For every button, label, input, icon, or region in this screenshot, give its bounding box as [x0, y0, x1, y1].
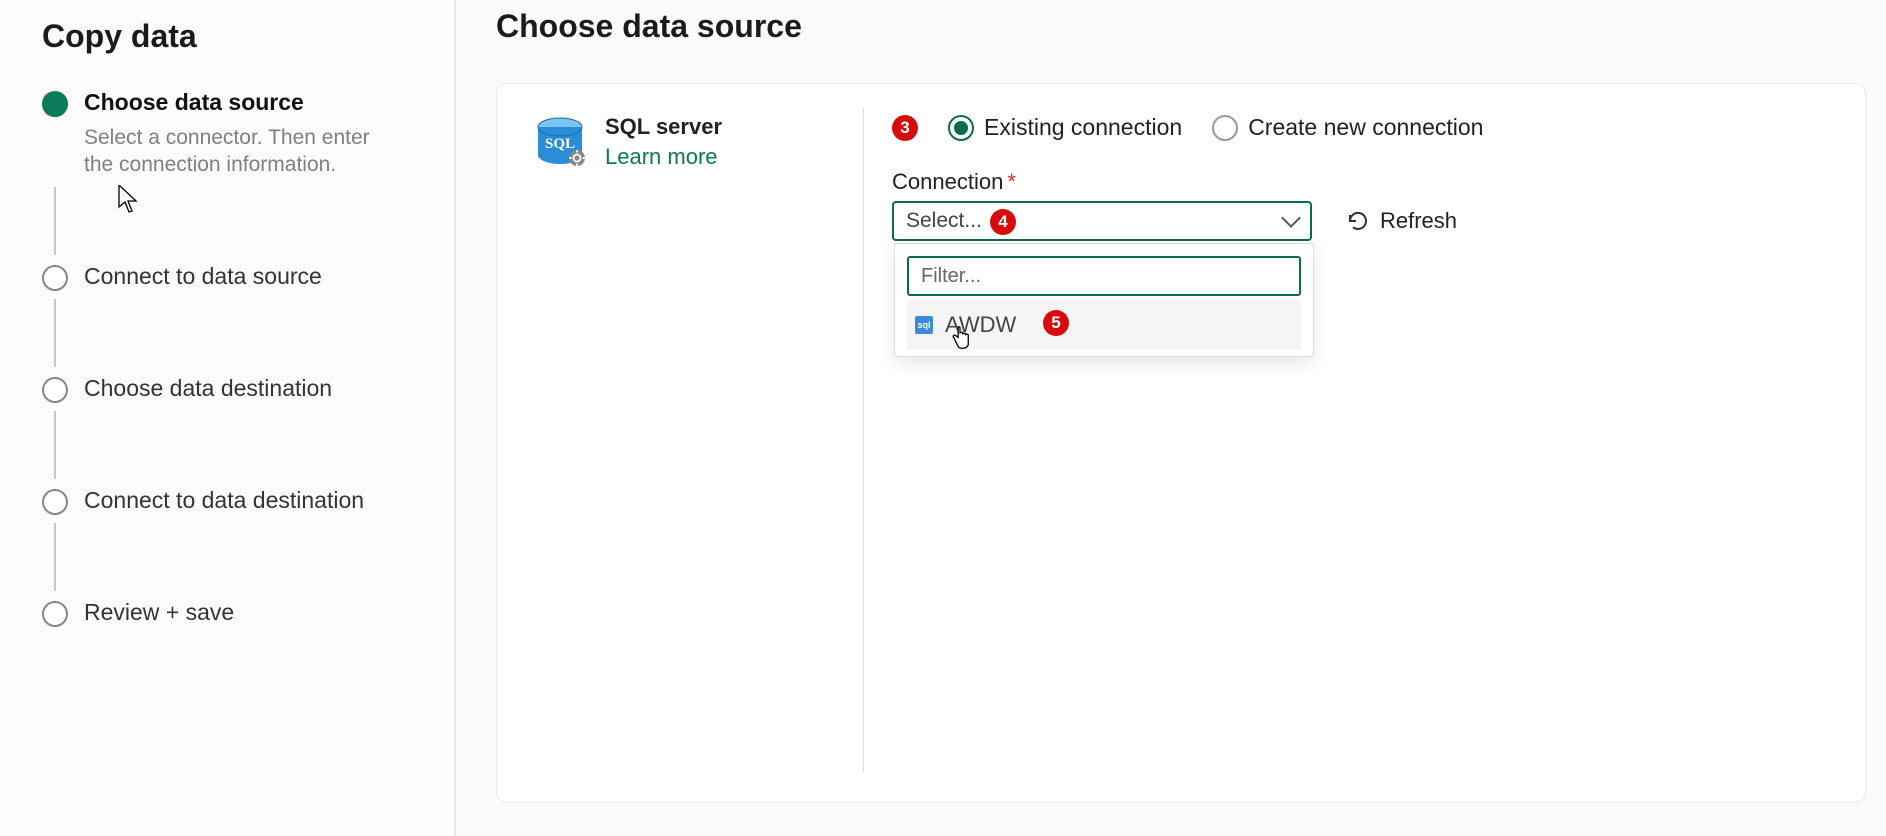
connector-name: SQL server: [605, 114, 722, 140]
vertical-divider: [863, 108, 864, 772]
cursor-arrow-icon: [118, 185, 140, 213]
sql-mini-icon: sql: [915, 316, 933, 334]
step-choose-data-source[interactable]: Choose data source Select a connector. T…: [42, 89, 414, 179]
svg-text:SQL: SQL: [545, 136, 575, 152]
step-title: Connect to data destination: [84, 487, 364, 514]
connection-option-awdw[interactable]: sql AWDW 5: [907, 300, 1301, 350]
step-connect-to-data-destination[interactable]: Connect to data destination: [42, 487, 414, 515]
step-indicator-icon: [42, 377, 68, 403]
step-connector-line: [54, 523, 56, 591]
connection-mode-radios: 3 Existing connection Create new connect…: [892, 114, 1829, 141]
refresh-button[interactable]: Refresh: [1346, 208, 1457, 234]
page-title: Choose data source: [496, 8, 1886, 45]
step-description: Select a connector. Then enter the conne…: [84, 124, 384, 179]
refresh-icon: [1346, 209, 1370, 233]
callout-badge-3: 3: [892, 115, 918, 141]
data-source-panel: SQL SQL server Learn more 3: [496, 83, 1866, 803]
learn-more-link[interactable]: Learn more: [605, 144, 722, 170]
connector-info: SQL SQL server Learn more: [533, 114, 863, 170]
step-connector-line: [54, 411, 56, 479]
radio-create-new-connection[interactable]: Create new connection: [1212, 114, 1483, 141]
step-title: Connect to data source: [84, 263, 322, 290]
radio-label: Create new connection: [1248, 114, 1483, 141]
chevron-down-icon: [1281, 208, 1301, 228]
step-indicator-icon: [42, 265, 68, 291]
radio-existing-connection[interactable]: Existing connection: [948, 114, 1182, 141]
refresh-label: Refresh: [1380, 208, 1457, 234]
sql-server-icon: SQL: [533, 114, 587, 168]
connection-filter-input[interactable]: [907, 256, 1301, 296]
connection-dropdown: sql AWDW 5: [894, 243, 1314, 357]
step-connector-line: [54, 299, 56, 367]
step-title: Review + save: [84, 599, 234, 626]
select-placeholder: Select...: [906, 209, 982, 233]
cursor-hand-icon: [949, 326, 971, 354]
connection-label: Connection*: [892, 169, 1829, 195]
step-indicator-active-icon: [42, 91, 68, 117]
step-indicator-icon: [42, 489, 68, 515]
step-title: Choose data source: [84, 89, 384, 116]
wizard-sidebar: Copy data Choose data source Select a co…: [0, 0, 456, 836]
connection-select[interactable]: Select... 4 sql AWDW 5: [892, 201, 1312, 241]
radio-label: Existing connection: [984, 114, 1182, 141]
sidebar-title: Copy data: [42, 18, 414, 55]
step-connect-to-data-source[interactable]: Connect to data source: [42, 263, 414, 291]
step-connector-line: [54, 187, 56, 255]
step-review-save[interactable]: Review + save: [42, 599, 414, 627]
step-title: Choose data destination: [84, 375, 332, 402]
step-choose-data-destination[interactable]: Choose data destination: [42, 375, 414, 403]
step-indicator-icon: [42, 601, 68, 627]
wizard-steps: Choose data source Select a connector. T…: [42, 89, 414, 627]
radio-unselected-icon: [1212, 115, 1238, 141]
required-asterisk: *: [1007, 169, 1016, 194]
main-content: Choose data source SQL SQ: [456, 0, 1886, 836]
callout-badge-5: 5: [1043, 310, 1069, 336]
connection-form: 3 Existing connection Create new connect…: [892, 114, 1829, 241]
radio-selected-icon: [948, 115, 974, 141]
callout-badge-4: 4: [990, 209, 1016, 235]
